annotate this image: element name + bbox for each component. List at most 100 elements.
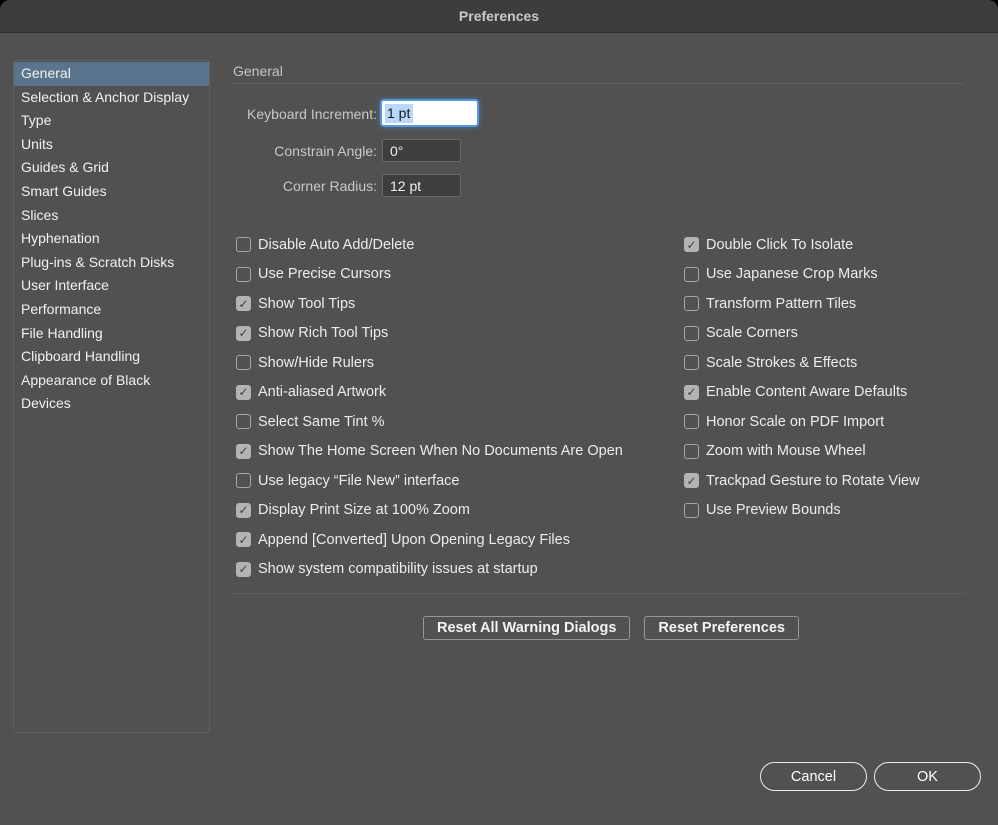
checkbox-row[interactable]: ✓ Show Tool Tips [236,289,623,319]
checkbox-unchecked[interactable] [684,325,699,341]
cancel-button[interactable]: Cancel [760,762,867,791]
checkbox-row[interactable]: ✓ Show The Home Screen When No Documents… [236,437,623,467]
constrain-angle-input[interactable]: 0° [382,139,461,162]
checkbox-unchecked[interactable] [684,414,699,430]
checkbox-label: Append [Converted] Upon Opening Legacy F… [258,531,570,548]
checkbox-unchecked[interactable] [236,266,251,282]
corner-radius-label: Corner Radius: [282,178,377,194]
sidebar-item-plug-ins-scratch-disks[interactable]: Plug-ins & Scratch Disks [14,251,209,275]
checkbox-row[interactable]: Select Same Tint % [236,407,623,437]
keyboard-increment-input[interactable]: 1 pt [382,101,477,125]
checkbox-row[interactable]: ✓ Enable Content Aware Defaults [684,378,920,408]
reset-preferences-button[interactable]: Reset Preferences [644,616,799,640]
checkbox-label: Show system compatibility issues at star… [258,561,538,578]
checkbox-row[interactable]: Use Precise Cursors [236,260,623,290]
screen: Preferences General Selection & Anchor Di… [0,0,998,825]
checkbox-unchecked[interactable] [684,502,699,518]
checkbox-label: Trackpad Gesture to Rotate View [706,472,920,489]
checkbox-unchecked[interactable] [684,266,699,282]
checkbox-label: Show/Hide Rulers [258,354,375,371]
constrain-angle-label: Constrain Angle: [274,143,377,159]
reset-all-warning-dialogs-button[interactable]: Reset All Warning Dialogs [423,616,631,640]
checkbox-label: Show Rich Tool Tips [258,325,389,342]
preferences-dialog: Preferences General Selection & Anchor Di… [0,0,998,825]
checkbox-row[interactable]: ✓ Show Rich Tool Tips [236,319,623,349]
checkbox-row[interactable]: ✓ Append [Converted] Upon Opening Legacy… [236,525,623,555]
checkbox-checked[interactable]: ✓ [236,502,251,518]
checkbox-row[interactable]: Use legacy “File New” interface [236,466,623,496]
checkbox-checked[interactable]: ✓ [236,561,251,577]
checkbox-unchecked[interactable] [236,473,251,489]
field-value: 0° [390,142,404,159]
checkbox-label: Zoom with Mouse Wheel [706,443,866,460]
checkbox-row[interactable]: Transform Pattern Tiles [684,289,920,319]
ok-button[interactable]: OK [874,762,981,791]
heading-divider [233,83,965,84]
sidebar-item-guides-grid[interactable]: Guides & Grid [14,156,209,180]
checkbox-checked[interactable]: ✓ [684,237,699,253]
corner-radius-input[interactable]: 12 pt [382,174,461,197]
checkbox-label: Anti-aliased Artwork [258,384,387,401]
sidebar-item-hyphenation[interactable]: Hyphenation [14,227,209,251]
checkbox-unchecked[interactable] [236,414,251,430]
section-heading: General [233,63,283,79]
checkbox-unchecked[interactable] [236,355,251,371]
checkbox-row[interactable]: Use Japanese Crop Marks [684,260,920,290]
checkbox-label: Enable Content Aware Defaults [706,384,908,401]
checkbox-label: Display Print Size at 100% Zoom [258,502,470,519]
window-title: Preferences [458,8,540,24]
checkbox-label: Use Precise Cursors [258,266,391,283]
checkbox-row[interactable]: Use Preview Bounds [684,496,920,526]
checkbox-checked[interactable]: ✓ [236,296,251,312]
sidebar-item-appearance-of-black[interactable]: Appearance of Black [14,369,209,393]
checkbox-label: Disable Auto Add/Delete [258,236,415,253]
checkbox-label: Show Tool Tips [258,295,356,312]
checkbox-label: Scale Strokes & Effects [706,354,858,371]
checkbox-label: Show The Home Screen When No Documents A… [258,443,623,460]
field-value: 12 pt [390,177,422,194]
preferences-category-list: General Selection & Anchor Display Type Uni… [13,60,210,733]
checkbox-row[interactable]: Show/Hide Rulers [236,348,623,378]
checkbox-checked[interactable]: ✓ [236,443,251,459]
checkbox-row[interactable]: ✓ Double Click To Isolate [684,230,920,260]
sidebar-item-slices[interactable]: Slices [14,204,209,228]
checkbox-label: Select Same Tint % [258,413,385,430]
checkbox-label: Use legacy “File New” interface [258,472,460,489]
checkbox-checked[interactable]: ✓ [236,384,251,400]
checkbox-unchecked[interactable] [684,296,699,312]
window-titlebar[interactable]: Preferences [0,0,998,33]
checkbox-label: Transform Pattern Tiles [706,295,857,312]
keyboard-increment-label: Keyboard Increment: [247,106,377,122]
sidebar-item-devices[interactable]: Devices [14,392,209,416]
checkbox-row[interactable]: ✓ Trackpad Gesture to Rotate View [684,466,920,496]
sidebar-item-user-interface[interactable]: User Interface [14,274,209,298]
checkbox-row[interactable]: ✓ Show system compatibility issues at st… [236,555,623,585]
sidebar-item-file-handling[interactable]: File Handling [14,322,209,346]
checkbox-column-left: Disable Auto Add/Delete Use Precise Curs… [236,230,623,584]
sidebar-item-clipboard-handling[interactable]: Clipboard Handling [14,345,209,369]
checkbox-column-right: ✓ Double Click To Isolate Use Japanese C… [684,230,920,525]
checkbox-row[interactable]: Honor Scale on PDF Import [684,407,920,437]
footer-divider [233,593,965,594]
checkbox-label: Use Japanese Crop Marks [706,266,878,283]
checkbox-row[interactable]: Disable Auto Add/Delete [236,230,623,260]
checkbox-row[interactable]: Scale Corners [684,319,920,349]
checkbox-label: Honor Scale on PDF Import [706,413,885,430]
checkbox-row[interactable]: Zoom with Mouse Wheel [684,437,920,467]
checkbox-label: Scale Corners [706,325,798,342]
reset-buttons-row: Reset All Warning Dialogs Reset Preferen… [423,616,799,640]
checkbox-row[interactable]: ✓ Display Print Size at 100% Zoom [236,496,623,526]
checkbox-unchecked[interactable] [684,355,699,371]
checkbox-label: Double Click To Isolate [706,236,854,253]
checkbox-row[interactable]: ✓ Anti-aliased Artwork [236,378,623,408]
checkbox-checked[interactable]: ✓ [684,384,699,400]
sidebar-item-performance[interactable]: Performance [14,298,209,322]
checkbox-checked[interactable]: ✓ [236,532,251,548]
checkbox-checked[interactable]: ✓ [236,325,251,341]
selected-text: 1 pt [385,103,414,123]
checkbox-checked[interactable]: ✓ [684,473,699,489]
checkbox-row[interactable]: Scale Strokes & Effects [684,348,920,378]
checkbox-unchecked[interactable] [684,443,699,459]
checkbox-unchecked[interactable] [236,237,251,253]
sidebar-item-general[interactable]: General [14,62,209,86]
